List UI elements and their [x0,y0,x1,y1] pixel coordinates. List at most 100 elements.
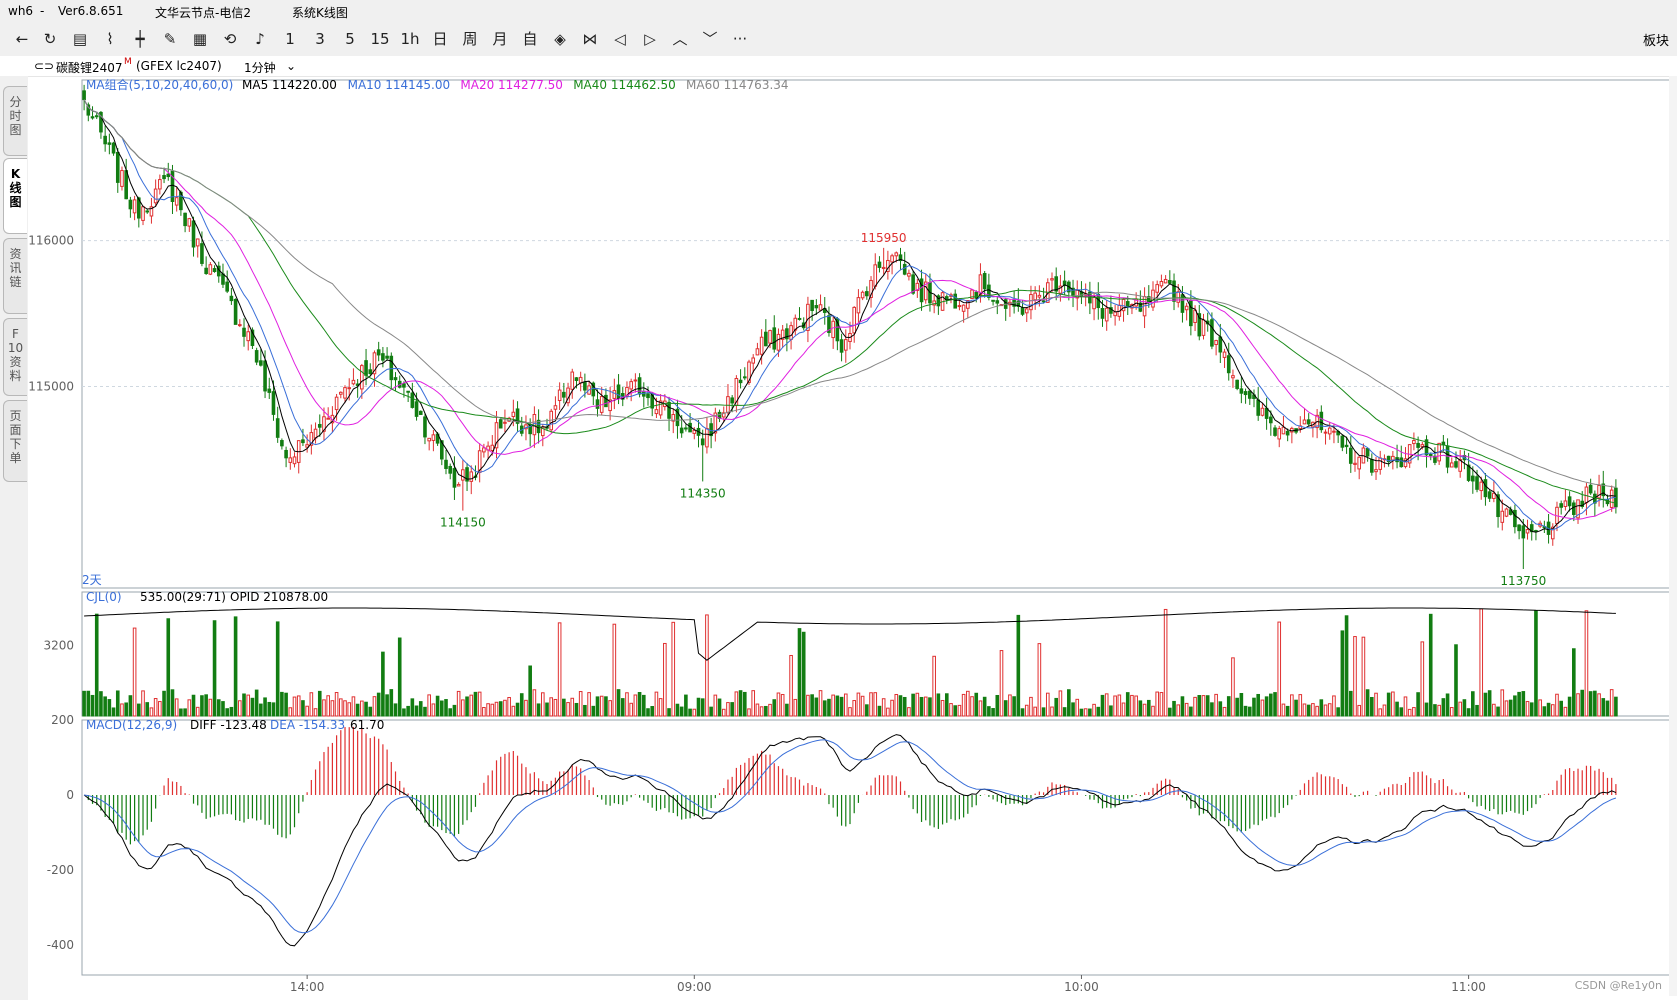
candle [1525,529,1530,534]
volume-bar [486,703,490,717]
volume-bar [1395,701,1399,717]
volume-bar [1294,699,1298,717]
volume-bar [999,650,1004,717]
volume-bar [305,705,309,717]
volume-bar [1529,702,1534,717]
volume-bar [717,698,722,717]
volume-bar [1222,706,1227,717]
candle [1449,462,1454,468]
candle [145,210,150,213]
candle [583,382,587,391]
volume-bar [1168,707,1172,717]
candle [1037,294,1042,298]
volume-bar [1344,615,1349,717]
volume-bar [1403,696,1408,717]
volume-bar [1609,689,1614,717]
volume-bar [1601,698,1606,717]
candle [389,355,394,381]
candle [103,135,107,145]
candle [1113,311,1117,317]
candle [431,434,436,441]
volume-bar [1504,700,1509,717]
volume-bar [1441,698,1446,717]
volume-bar [174,698,179,717]
candle [259,360,263,366]
candle [1513,509,1517,528]
candle [843,339,848,351]
volume-bar [212,620,217,717]
candle [831,320,835,339]
volume-bar [742,691,747,717]
candle [381,353,385,361]
candle [1567,496,1572,507]
volume-bar [966,690,970,717]
volume-bar [654,691,659,717]
candle [444,459,448,469]
volume-bar [1298,694,1303,717]
volume-bar [221,701,225,717]
candle [90,116,95,119]
volume-bar [549,697,554,717]
volume-bar [216,699,221,717]
volume-bar [1500,689,1505,717]
volume-bar [1113,695,1117,717]
kline-chart[interactable]: 114150 114350 115950 113750 MA组合(5,10,20,40,… [0,0,1677,1000]
volume-bar [477,691,482,717]
volume-bar [461,699,465,717]
panel-frame-2 [81,719,1673,976]
volume-bar [339,698,343,717]
volume-bar [747,708,751,717]
candle [204,267,208,275]
volume-bar [275,621,280,717]
candle [894,252,899,257]
candle [427,437,431,442]
volume-bar [991,708,995,717]
volume-bar [1428,613,1433,717]
grid [81,79,1673,976]
volume-bar [641,694,646,717]
volume-bar [873,692,878,717]
macd-legend-dea: DEA -154.33 [270,718,345,732]
volume-bar [406,705,410,717]
candle [418,410,423,415]
volume-bar [692,708,697,717]
volume-bar [389,689,394,717]
candle [865,291,869,297]
volume-bar [1386,692,1391,717]
volume-bar [431,703,436,717]
volume-bar [1003,700,1008,717]
volume-bar [1109,705,1113,717]
candle [705,428,709,448]
candle [1235,379,1239,389]
candle [1340,435,1345,448]
volume-bar [208,698,213,717]
volume-bar [309,692,314,717]
volume-bar [1433,704,1437,717]
session-marker: 2天 [82,573,102,587]
volume-bar [1584,610,1589,717]
volume-bar [1138,700,1143,717]
candle [313,428,318,439]
volume-bar [271,702,276,717]
volume-bar [1479,608,1484,717]
volume-bar [170,689,175,717]
volume-bar [490,703,495,717]
candle [1374,469,1378,473]
ma-legend-3: MA40 114462.50 [573,78,676,92]
volume-bar [785,703,789,717]
right-scrollbar[interactable] [1669,76,1677,996]
volume-bar [1226,696,1231,717]
volume-bar [978,700,983,717]
volume-bar [1062,707,1067,717]
volume-bar [120,703,124,717]
volume-bar [254,689,259,717]
ma-legend-1: MA10 114145.00 [348,78,451,92]
volume-bar [650,706,655,717]
volume-bar [671,621,676,717]
volume-bar [153,698,158,717]
volume-bar [1445,693,1450,717]
candle [183,212,187,227]
volume-bar [301,700,305,717]
volume-bar [439,700,444,717]
candle [1319,411,1324,431]
